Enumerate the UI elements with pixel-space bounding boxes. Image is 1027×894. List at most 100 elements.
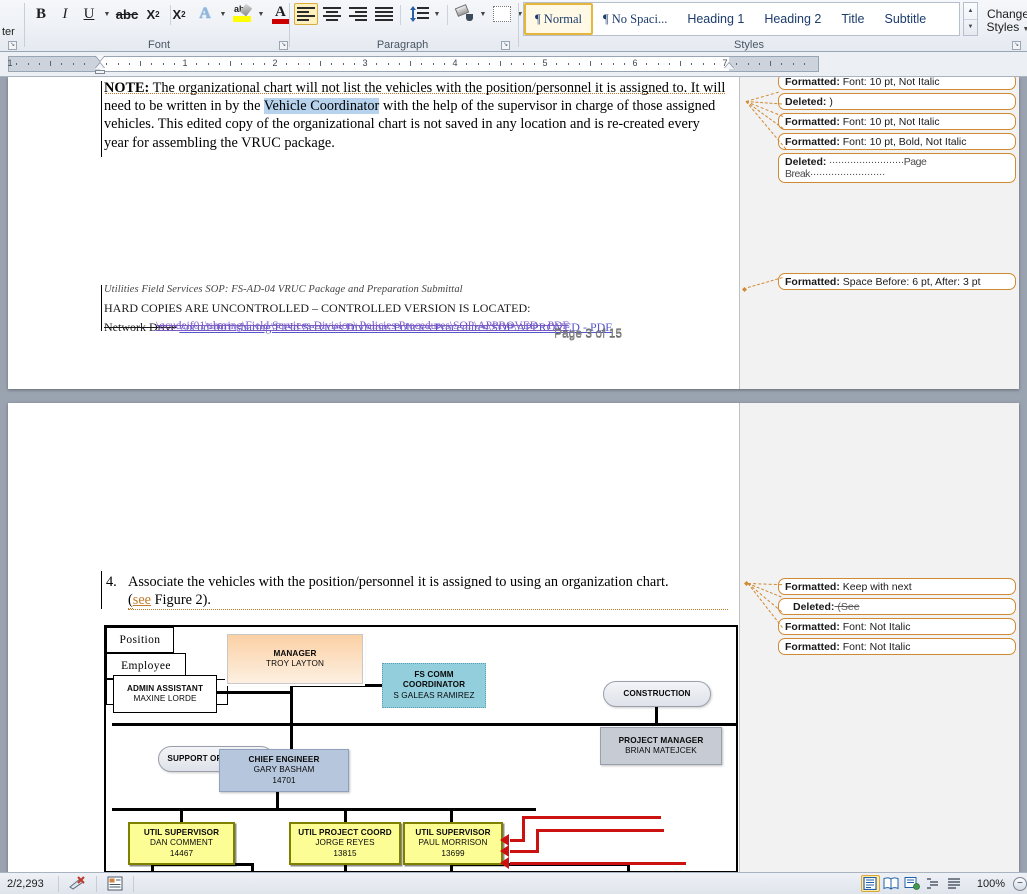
horizontal-ruler[interactable]: 1234567 1	[0, 52, 1027, 77]
org-box-util-supervisor-1[interactable]: UTIL SUPERVISOR DAN COMMENT 14467	[128, 822, 235, 865]
borders-button[interactable]	[490, 3, 514, 25]
styles-scroll-down-icon[interactable]: ▼	[964, 20, 977, 36]
balloon-deleted-1[interactable]: Deleted: )	[778, 93, 1016, 110]
balloon-formatted-keep-with-next[interactable]: Formatted: Keep with next	[778, 578, 1016, 595]
bold-button[interactable]: B	[30, 3, 52, 25]
organization-chart[interactable]: MANAGER TROY LAYTON ADMIN ASSISTANT MAXI…	[104, 625, 738, 872]
right-indent-marker[interactable]	[724, 63, 734, 69]
changed-line-bar-footer	[101, 285, 102, 331]
ruler-minor-tick	[173, 63, 175, 65]
shading-button[interactable]	[453, 3, 477, 25]
balloon-formatted-2[interactable]: Formatted: Font: 10 pt, Not Italic	[778, 113, 1016, 130]
styles-gallery[interactable]: ¶ Normal ¶ No Spaci... Heading 1 Heading…	[523, 2, 960, 36]
ruler-minor-tick	[421, 63, 423, 65]
org-box-us1-id: 14467	[169, 848, 194, 858]
status-page-count[interactable]: 2/2,293	[0, 873, 58, 894]
org-box-util-project-coord[interactable]: UTIL PROJECT COORD JORGE REYES 13815	[289, 822, 401, 865]
clipped-group-dialog-launcher[interactable]: ↘	[8, 41, 17, 50]
balloon-formatted-not-italic-1[interactable]: Formatted: Font: Not Italic	[778, 618, 1016, 635]
paint-bucket-icon	[454, 4, 475, 23]
left-indent-marker[interactable]	[95, 70, 105, 74]
selected-text-vehicle-coordinator[interactable]: Vehicle Coordinator	[263, 98, 380, 115]
balloon-formatted-3[interactable]: Formatted: Font: 10 pt, Bold, Not Italic	[778, 133, 1016, 150]
underline-button[interactable]: U	[78, 3, 100, 25]
zoom-out-button[interactable]: −	[1013, 876, 1027, 891]
style-subtitle[interactable]: Subtitle	[874, 3, 936, 35]
ruler-minor-tick	[657, 63, 659, 65]
page-footer[interactable]: Utilities Field Services SOP: FS-AD-04 V…	[104, 284, 744, 335]
align-left-button[interactable]	[294, 3, 318, 25]
org-box-upc-id: 13815	[333, 848, 357, 858]
balloon-formatted-1[interactable]: Formatted: Font: 10 pt, Not Italic	[778, 77, 1016, 90]
change-styles-button[interactable]: Change Styles ▼	[981, 2, 1027, 38]
change-styles-dropdown-icon[interactable]: ▼	[1023, 26, 1027, 33]
style-no-spacing[interactable]: ¶ No Spaci...	[593, 3, 677, 35]
page-2[interactable]: 4. Associate the vehicles with the posit…	[8, 403, 1019, 872]
style-heading-2[interactable]: Heading 2	[754, 3, 831, 35]
ruler-minor-tick	[151, 63, 153, 65]
justify-button[interactable]	[372, 3, 396, 25]
view-draft[interactable]	[945, 875, 964, 892]
item4-see-link[interactable]: see	[133, 592, 151, 608]
styles-gallery-scroll[interactable]: ▲ ▼	[963, 2, 978, 36]
view-outline[interactable]	[924, 875, 943, 892]
balloon-deleted-page-break[interactable]: Deleted: ·························Page B…	[778, 153, 1016, 183]
strikethrough-button[interactable]: abc	[115, 3, 139, 25]
balloon-3-value: Font: 10 pt, Not Italic	[839, 116, 940, 128]
subscript-button[interactable]: X2	[141, 3, 165, 25]
zoom-level[interactable]: 100%	[965, 873, 1013, 894]
org-box-chief-engineer[interactable]: CHIEF ENGINEER GARY BASHAM 14701	[219, 749, 349, 792]
style-normal[interactable]: ¶ Normal	[524, 3, 593, 35]
text-effects-button[interactable]: A	[193, 3, 217, 25]
text-effects-dropdown-icon[interactable]: ▼	[217, 3, 229, 25]
first-line-indent-marker[interactable]	[95, 55, 105, 61]
font-dialog-launcher[interactable]: ↘	[279, 41, 288, 50]
view-web-layout[interactable]	[903, 875, 922, 892]
org-box-fscomm-person: S GALEAS RAMIREZ	[393, 690, 475, 700]
style-title[interactable]: Title	[831, 3, 874, 35]
line-spacing-dropdown-icon[interactable]: ▼	[431, 3, 443, 25]
paragraph-dialog-launcher[interactable]: ↘	[501, 41, 510, 50]
styles-dialog-launcher[interactable]: ↘	[1012, 41, 1021, 50]
view-full-screen-reading[interactable]	[882, 875, 901, 892]
page-1[interactable]: NOTE: The organizational chart will not …	[8, 77, 1019, 389]
highlight-color-dropdown-icon[interactable]: ▼	[255, 3, 267, 25]
org-box-util-supervisor-2[interactable]: UTIL SUPERVISOR PAUL MORRISON 13699	[403, 822, 503, 865]
note-paragraph[interactable]: NOTE: The organizational chart will not …	[104, 79, 726, 152]
hanging-indent-marker[interactable]	[95, 63, 105, 69]
view-print-layout[interactable]	[860, 875, 880, 892]
styles-scroll-up-icon[interactable]: ▲	[964, 3, 977, 20]
org-box-fs-comm-coordinator[interactable]: FS COMM COORDINATOR S GALEAS RAMIREZ	[382, 663, 486, 708]
align-right-button[interactable]	[346, 3, 370, 25]
org-box-manager[interactable]: MANAGER TROY LAYTON	[227, 634, 363, 684]
org-box-admin-assistant[interactable]: ADMIN ASSISTANT MAXINE LORDE	[113, 675, 217, 713]
balloon-formatted-space-before[interactable]: Formatted: Space Before: 6 pt, After: 3 …	[778, 273, 1016, 290]
align-center-button[interactable]	[320, 3, 344, 25]
callout-position[interactable]: Position	[106, 627, 174, 653]
balloon-formatted-not-italic-2[interactable]: Formatted: Font: Not Italic	[778, 638, 1016, 655]
italic-button[interactable]: I	[54, 3, 76, 25]
balloon-deleted-see[interactable]: Deleted: (See	[778, 598, 1016, 615]
list-item-4[interactable]: 4. Associate the vehicles with the posit…	[106, 573, 728, 610]
ruler-minor-tick	[601, 63, 603, 65]
ruler-minor-tick	[342, 63, 344, 65]
ruler-minor-tick	[16, 63, 18, 65]
shading-dropdown-icon[interactable]: ▼	[477, 3, 489, 25]
balloon-4-type: Formatted:	[785, 136, 840, 148]
ruler-minor-tick	[241, 63, 243, 65]
footer-page-number-revision-overlay: Page 3 of 15	[554, 327, 623, 341]
status-proofing-errors[interactable]	[59, 873, 96, 894]
ruler-minor-tick	[803, 63, 805, 65]
org-box-construction[interactable]: CONSTRUCTION	[603, 681, 711, 707]
org-box-project-manager[interactable]: PROJECT MANAGER BRIAN MATEJCEK	[600, 727, 722, 765]
ruler-half-tick	[50, 61, 51, 66]
status-track-changes[interactable]	[97, 873, 133, 894]
org-box-upc-person: JORGE REYES	[315, 838, 375, 848]
balloon-2-value: )	[826, 96, 833, 108]
text-highlight-color-button[interactable]: ab	[231, 3, 255, 25]
org-box-us1-title: UTIL SUPERVISOR	[143, 827, 220, 837]
document-workspace[interactable]: NOTE: The organizational chart will not …	[0, 77, 1027, 872]
style-heading-1[interactable]: Heading 1	[677, 3, 754, 35]
underline-dropdown-icon[interactable]: ▼	[101, 3, 113, 25]
line-spacing-button[interactable]	[407, 3, 431, 25]
